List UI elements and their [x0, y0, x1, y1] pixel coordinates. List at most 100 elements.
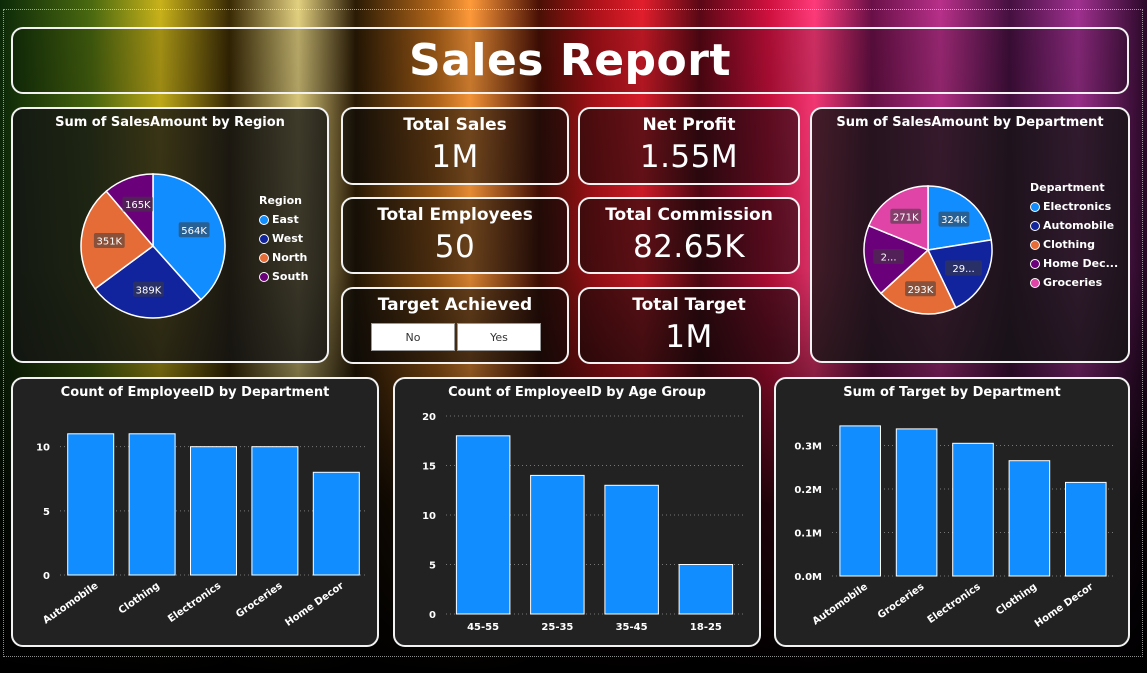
y-tick-label: 0.3M [794, 441, 822, 452]
legend-label-south: South [272, 270, 309, 283]
bar-clothing[interactable] [128, 433, 176, 576]
legend-swatch [1030, 277, 1040, 288]
kpi-total-sales[interactable]: Total Sales 1M [341, 107, 569, 185]
kpi-label: Net Profit [642, 115, 736, 135]
kpi-total-employees[interactable]: Total Employees 50 [341, 197, 569, 274]
region-legend: Region East West North South [259, 194, 308, 283]
department-pie-chart[interactable]: 324K 29... 293K 2... 271K [848, 170, 1008, 330]
slicer-option-yes[interactable]: Yes [457, 323, 541, 351]
region-pie-panel[interactable]: Sum of SalesAmount by Region 564K 389K 351… [11, 107, 329, 363]
kpi-value: 1M [431, 139, 479, 175]
data-label: 165K [125, 200, 151, 211]
kpi-value: 1.55M [639, 139, 739, 175]
legend-item-north[interactable]: North [259, 251, 308, 264]
kpi-value: 1M [665, 319, 713, 355]
kpi-total-target[interactable]: Total Target 1M [578, 287, 800, 364]
legend-label-east: East [272, 213, 299, 226]
bar-electronics[interactable] [190, 446, 237, 576]
legend-item-groceries[interactable]: Groceries [1030, 276, 1118, 289]
kpi-label: Total Sales [403, 115, 507, 135]
y-tick-label: 10 [422, 511, 436, 522]
x-tick-label: Electronics [166, 580, 223, 625]
legend-item-south[interactable]: South [259, 270, 308, 283]
legend-item-automobile[interactable]: Automobile [1030, 219, 1118, 232]
bar-home-decor[interactable] [1065, 481, 1107, 577]
x-tick-label: Groceries [876, 581, 926, 621]
legend-item-west[interactable]: West [259, 232, 308, 245]
slicer-option-no[interactable]: No [371, 323, 455, 351]
bar-45-55[interactable] [455, 435, 511, 615]
target-by-department-chart[interactable]: 0.0M 0.1M 0.2M 0.3M Automobile Groceries Elect… [776, 405, 1128, 645]
x-tick-label: 45-55 [467, 622, 499, 633]
legend-swatch [259, 233, 269, 244]
page-title: Sales Report [409, 35, 731, 86]
kpi-net-profit[interactable]: Net Profit 1.55M [578, 107, 800, 185]
department-legend-title: Department [1030, 181, 1105, 194]
y-tick-label: 0.1M [794, 528, 822, 539]
x-tick-label: Groceries [234, 580, 284, 620]
employees-by-age-panel[interactable]: Count of EmployeeID by Age Group 0 5 10 15 2… [393, 377, 761, 647]
y-tick-label: 0.2M [794, 485, 822, 496]
bar-automobile[interactable] [839, 425, 881, 577]
legend-item-home-decor[interactable]: Home Dec... [1030, 257, 1118, 270]
kpi-total-commission[interactable]: Total Commission 82.65K [578, 197, 800, 274]
legend-swatch [259, 214, 269, 225]
bar-electronics[interactable] [952, 442, 994, 577]
department-pie-panel[interactable]: Sum of SalesAmount by Department 324K 29.… [810, 107, 1130, 363]
x-tick-label: 35-45 [616, 622, 648, 633]
bar-home-decor[interactable] [312, 471, 360, 576]
x-tick-label: 18-25 [690, 622, 722, 633]
legend-label-north: North [272, 251, 308, 264]
legend-swatch [1030, 220, 1040, 231]
y-tick-label: 15 [422, 462, 436, 473]
y-tick-label: 10 [36, 443, 50, 454]
target-by-department-panel[interactable]: Sum of Target by Department 0.0M 0.1M 0.2M… [774, 377, 1130, 647]
bar-automobile[interactable] [67, 433, 115, 576]
legend-item-clothing[interactable]: Clothing [1030, 238, 1118, 251]
x-tick-label: Home Decor [283, 580, 346, 628]
chart-title: Count of EmployeeID by Age Group [448, 385, 706, 400]
bar-18-25[interactable] [678, 564, 734, 615]
kpi-label: Total Commission [605, 205, 773, 225]
region-legend-title: Region [259, 194, 302, 207]
kpi-label: Total Target [632, 295, 746, 315]
employees-by-age-chart[interactable]: 0 5 10 15 20 45-55 25-35 35-45 18-25 [395, 405, 759, 645]
x-tick-label: Clothing [117, 580, 162, 616]
data-label: 324K [941, 215, 967, 226]
legend-label-west: West [272, 232, 304, 245]
legend-item-electronics[interactable]: Electronics [1030, 200, 1118, 213]
legend-swatch [1030, 201, 1040, 212]
bar-35-45[interactable] [604, 484, 659, 615]
legend-item-east[interactable]: East [259, 213, 308, 226]
x-tick-label: Automobile [811, 581, 870, 627]
chart-title: Sum of Target by Department [843, 385, 1061, 400]
region-pie-chart[interactable]: 564K 389K 351K 165K [57, 151, 247, 351]
bar-groceries[interactable] [251, 446, 299, 576]
x-tick-label: Home Decor [1033, 581, 1096, 629]
x-tick-label: Automobile [41, 580, 100, 626]
legend-label-groceries: Groceries [1043, 276, 1103, 289]
employees-by-department-chart[interactable]: 0 5 10 Automobile Clothing Electronics Groceri… [13, 405, 377, 645]
data-label: 389K [136, 285, 162, 296]
legend-swatch [259, 271, 269, 282]
bar-clothing[interactable] [1008, 460, 1051, 577]
data-label: 293K [908, 285, 934, 296]
data-label: 351K [96, 237, 122, 248]
legend-label-clothing: Clothing [1043, 238, 1095, 251]
kpi-label: Total Employees [377, 205, 533, 225]
department-legend: Department Electronics Automobile Clothi… [1030, 181, 1118, 289]
x-tick-label: 25-35 [541, 622, 573, 633]
kpi-value: 50 [434, 229, 476, 265]
legend-swatch [1030, 258, 1040, 269]
legend-label-electronics: Electronics [1043, 200, 1112, 213]
target-achieved-slicer[interactable]: Target Achieved No Yes [341, 287, 569, 364]
y-tick-label: 0 [43, 571, 50, 582]
bar-groceries[interactable] [895, 428, 938, 577]
title-panel: Sales Report [11, 27, 1129, 94]
employees-by-department-panel[interactable]: Count of EmployeeID by Department 0 5 10 Au… [11, 377, 379, 647]
y-tick-label: 5 [43, 507, 50, 518]
chart-title: Count of EmployeeID by Department [60, 385, 330, 400]
bar-25-35[interactable] [530, 474, 585, 615]
department-pie-title: Sum of SalesAmount by Department [836, 115, 1104, 130]
y-tick-label: 0.0M [794, 572, 822, 583]
